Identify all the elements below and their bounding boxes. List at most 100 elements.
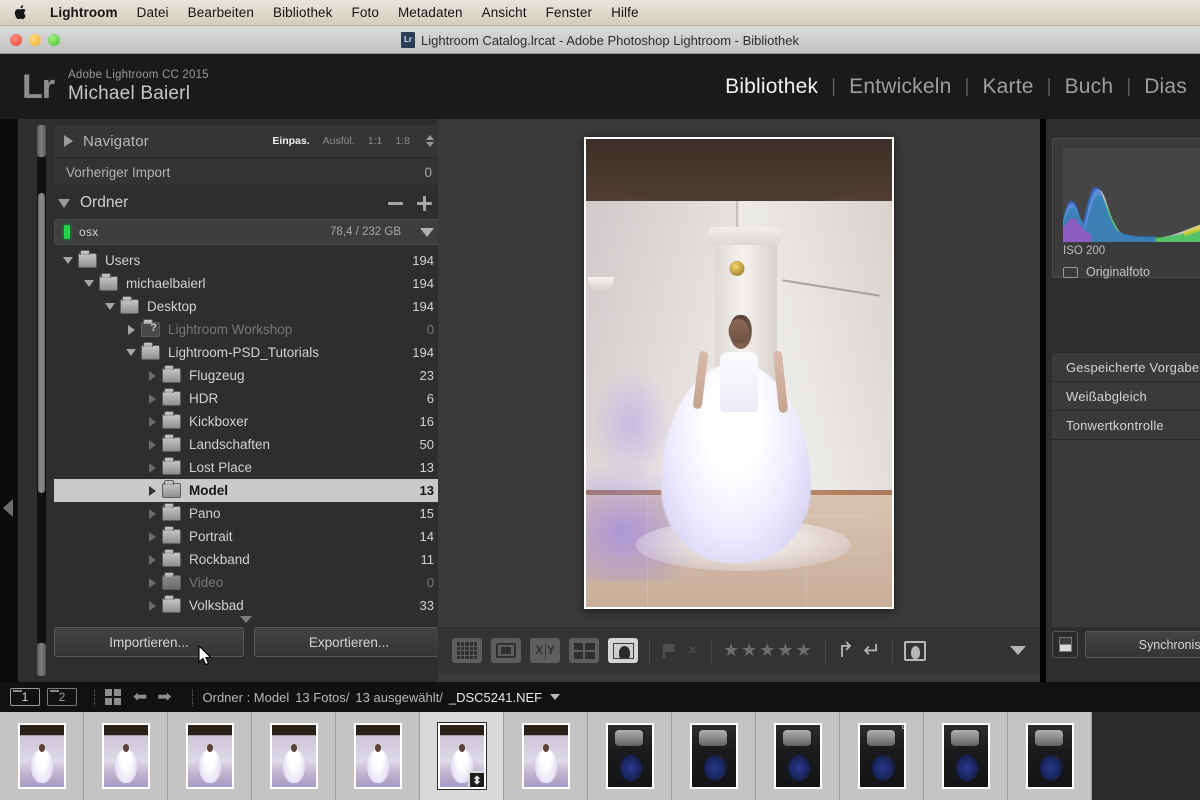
filmstrip-thumbnail[interactable]: ⇧ [857,723,906,789]
people-view-button[interactable] [608,638,638,663]
star-rating[interactable]: ★★★★★ [723,640,814,661]
section-tonwertkontrolle[interactable]: Tonwertkontrolle [1052,411,1200,440]
compare-view-button[interactable]: XY [530,638,560,663]
folders-disclosure-icon[interactable] [58,198,70,208]
menu-bibliothek[interactable]: Bibliothek [273,5,333,20]
module-diashow[interactable]: Dias [1131,75,1200,99]
zoom-ausfuellen[interactable]: Ausfül. [323,135,355,147]
filmstrip-thumbnail[interactable] [353,723,402,789]
folder-disclosure-icon[interactable] [123,349,139,356]
folder-disclosure-icon[interactable] [144,370,160,381]
folder-row-model[interactable]: Model 13 [54,479,444,502]
folders-header[interactable]: Ordner [54,189,444,217]
filmstrip-thumbnail-cell[interactable] [756,712,840,800]
second-window-button[interactable]: 2 [47,688,77,706]
folder-row-rockband[interactable]: Rockband 11 [54,548,444,571]
filmstrip-thumbnail[interactable] [269,723,318,789]
filmstrip-thumbnail-cell[interactable]: ⇧ [840,712,924,800]
menu-hilfe[interactable]: Hilfe [611,5,639,20]
menu-datei[interactable]: Datei [137,5,169,20]
rotate-right-icon[interactable]: ↵ [863,638,881,663]
original-photo-row[interactable]: Originalfoto [1063,265,1150,279]
loupe-view-button[interactable] [491,638,521,663]
folder-row-flugzeug[interactable]: Flugzeug 23 [54,364,444,387]
add-folder-icon[interactable] [417,195,432,211]
module-bibliothek[interactable]: Bibliothek [712,75,831,99]
folder-row-hdr[interactable]: HDR 6 [54,387,444,410]
folder-disclosure-icon[interactable] [144,393,160,404]
volume-row[interactable]: osx 78,4 / 232 GB [54,219,444,245]
original-photo-icon[interactable] [1063,266,1078,278]
left-panel-scrollbar-thumb[interactable] [38,193,45,493]
previous-import-row[interactable]: Vorheriger Import 0 [54,159,444,185]
module-karte[interactable]: Karte [969,75,1046,99]
folder-disclosure-icon[interactable] [60,257,76,264]
section-gespeicherte-vorgabe[interactable]: Gespeicherte Vorgabe [1052,353,1200,382]
folder-disclosure-icon[interactable] [144,508,160,519]
filmstrip-thumbnail-cell[interactable] [1008,712,1092,800]
folder-row-michaelbaierl[interactable]: michaelbaierl 194 [54,272,444,295]
right-panel-edge[interactable] [1040,119,1046,682]
zoom-1-1[interactable]: 1:1 [368,135,383,147]
folder-row-kickboxer[interactable]: Kickboxer 16 [54,410,444,433]
filmstrip-thumbnail[interactable] [17,723,66,789]
edited-badge-icon[interactable]: ⬍ [467,771,484,787]
folder-disclosure-icon[interactable] [102,303,118,310]
folder-row-users[interactable]: Users 194 [54,249,444,272]
filmstrip-thumbnail[interactable] [521,723,570,789]
filmstrip-thumbnail-cell[interactable]: ⬍ [420,712,504,800]
filmstrip-thumbnail[interactable] [689,723,738,789]
folder-disclosure-icon[interactable] [144,600,160,611]
filmstrip-filename-caret-icon[interactable] [550,694,561,700]
filmstrip-thumbnail[interactable] [941,723,990,789]
grid-view-icon[interactable] [105,689,121,705]
menu-metadaten[interactable]: Metadaten [398,5,463,20]
folder-disclosure-icon[interactable] [144,577,160,588]
filmstrip-thumbnail-cell[interactable] [0,712,84,800]
section-weissabgleich[interactable]: Weißabgleich [1052,382,1200,411]
filmstrip-thumbnail-cell[interactable] [168,712,252,800]
histogram-plot[interactable] [1063,148,1200,242]
left-panel-edge[interactable] [0,119,18,682]
import-button[interactable]: Importieren... [54,627,244,657]
face-region-button[interactable] [903,640,926,661]
folder-row-video[interactable]: Video 0 [54,571,444,594]
filmstrip-thumbnail[interactable] [185,723,234,789]
filmstrip-thumbnail-cell[interactable] [252,712,336,800]
filmstrip-thumbnail-cell[interactable] [84,712,168,800]
filmstrip-thumbnail-cell[interactable] [336,712,420,800]
filmstrip-thumbnail-cell[interactable] [924,712,1008,800]
filmstrip-thumbnail[interactable]: ⬍ [436,722,487,790]
navigator-disclosure-icon[interactable] [64,135,73,147]
close-button[interactable] [10,33,22,46]
remove-folder-icon[interactable] [388,201,403,205]
loupe-stage[interactable] [438,119,1040,627]
menu-bearbeiten[interactable]: Bearbeiten [188,5,254,20]
folder-row-volksbad[interactable]: Volksbad 33 [54,594,444,614]
folder-disclosure-icon[interactable] [144,416,160,427]
folder-disclosure-icon[interactable] [81,280,97,287]
zoom-einpassen[interactable]: Einpas. [272,135,309,147]
apple-menu-icon[interactable] [14,4,29,21]
flag-pick-icon[interactable] [661,643,676,658]
zoom-stepper-icon[interactable] [426,135,434,147]
filmstrip-thumbnail-cell[interactable] [588,712,672,800]
folder-disclosure-icon[interactable] [144,485,160,496]
toolbar-options-caret-icon[interactable] [1010,646,1026,655]
synchronize-button[interactable]: Synchronisieren [1085,631,1200,658]
filmstrip-thumbnail-cell[interactable] [504,712,588,800]
main-photo[interactable] [586,139,892,607]
export-button[interactable]: Exportieren... [254,627,444,657]
filmstrip-thumbnail-cell[interactable] [672,712,756,800]
forward-arrow-icon[interactable]: ➡ [157,687,171,707]
sync-mode-toggle[interactable] [1052,631,1078,658]
menu-ansicht[interactable]: Ansicht [482,5,527,20]
folder-row-landschaften[interactable]: Landschaften 50 [54,433,444,456]
filmstrip-source[interactable]: Ordner : Model [203,690,290,705]
menu-fenster[interactable]: Fenster [546,5,592,20]
zoom-button[interactable] [48,33,60,46]
minimize-button[interactable] [29,33,41,46]
folder-disclosure-icon[interactable] [144,531,160,542]
folder-disclosure-icon[interactable] [144,462,160,473]
module-buch[interactable]: Buch [1052,75,1127,99]
